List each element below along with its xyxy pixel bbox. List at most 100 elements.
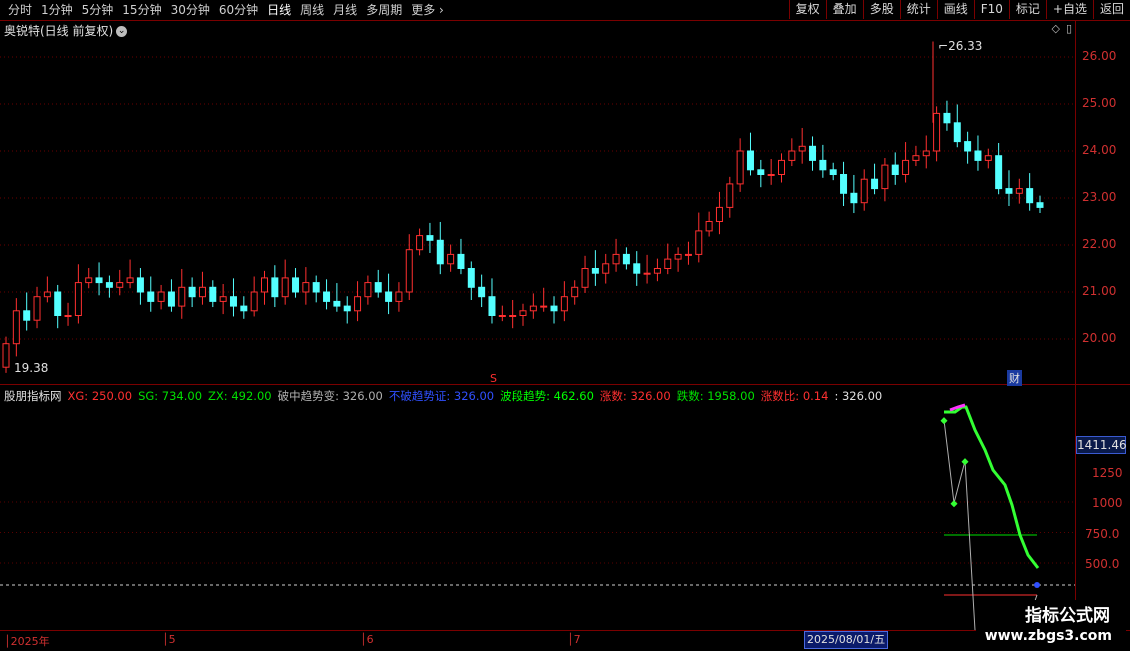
candle-body: [1036, 202, 1044, 208]
date-axis: │2025年 │5 │6 │7: [0, 630, 1130, 651]
candle-body: [33, 296, 41, 321]
candle-body: [788, 150, 796, 161]
tab-period-0[interactable]: 分时: [4, 2, 37, 18]
candle-body: [809, 145, 817, 161]
candle-body: [519, 310, 527, 316]
candle-body: [860, 178, 868, 204]
candle-body: [726, 183, 734, 208]
indicator-tick: 1000: [1092, 496, 1123, 510]
candle-body: [126, 277, 134, 284]
tab-period-8[interactable]: 月线: [329, 2, 362, 18]
candle-body: [198, 286, 206, 298]
indicator-tick: 750.0: [1085, 527, 1120, 541]
candle-body: [581, 268, 589, 288]
candle-body: [178, 286, 186, 307]
candle-body: [136, 277, 144, 293]
tab-period-5[interactable]: 60分钟: [215, 2, 263, 18]
candle-body: [85, 277, 93, 284]
tab-period-3[interactable]: 15分钟: [118, 2, 166, 18]
toolbar-button-2[interactable]: 多股: [862, 0, 900, 19]
candle-body: [343, 305, 351, 312]
candle-body: [560, 296, 568, 312]
watermark-url: www.zbgs3.com: [984, 628, 1112, 644]
selected-date: 2025/08/01/五: [804, 631, 889, 649]
candle-body: [167, 291, 175, 307]
candle-body: [984, 155, 992, 161]
candle-body: [12, 310, 20, 345]
candle-body: [829, 169, 837, 176]
toolbar-button-1[interactable]: 叠加: [825, 0, 863, 19]
volatility-line: [943, 419, 976, 630]
candle-body: [54, 291, 62, 316]
date-tick: │6: [360, 633, 374, 646]
candle-body: [333, 300, 341, 307]
candle-body: [881, 164, 889, 190]
candle-body: [1015, 188, 1023, 194]
candle-body: [188, 286, 196, 298]
finance-marker[interactable]: 财: [1007, 370, 1022, 386]
toolbar-button-5[interactable]: F10: [973, 0, 1009, 19]
candle-body: [684, 253, 692, 256]
toolbar-button-4[interactable]: 画线: [936, 0, 974, 19]
candle-body: [261, 277, 268, 293]
tab-period-4[interactable]: 30分钟: [167, 2, 215, 18]
candle-body: [974, 150, 982, 161]
candle-body: [498, 315, 506, 317]
candle-body: [147, 291, 155, 302]
tab-period-1[interactable]: 1分钟: [37, 2, 78, 18]
candle-body: [23, 310, 31, 321]
tab-period-6[interactable]: 日线: [263, 2, 296, 18]
candle-body: [467, 268, 475, 288]
candle-body: [74, 282, 82, 317]
candle-body: [1026, 188, 1034, 204]
candle-body: [323, 291, 331, 302]
candle-body: [943, 112, 951, 124]
toolbar-button-7[interactable]: +自选: [1045, 0, 1093, 19]
candle-body: [964, 141, 972, 152]
candle-body: [871, 178, 879, 190]
tab-period-10[interactable]: 更多 ›: [407, 2, 449, 18]
toolbar-button-3[interactable]: 统计: [899, 0, 937, 19]
candle-body: [767, 174, 775, 176]
signal-dot: [940, 417, 948, 425]
indicator-tick: 500.0: [1085, 557, 1120, 571]
signal-s-marker[interactable]: S: [490, 372, 497, 385]
price-tick: 25.00: [1082, 96, 1117, 110]
toolbar-button-6[interactable]: 标记: [1008, 0, 1046, 19]
candlestick-chart[interactable]: [0, 20, 1075, 384]
candle-body: [778, 159, 785, 175]
indicator-chart[interactable]: [0, 385, 1075, 630]
toolbar-button-8[interactable]: 返回: [1092, 0, 1130, 19]
candle-body: [529, 305, 537, 312]
price-tick: 23.00: [1082, 190, 1117, 204]
candle-body: [736, 150, 744, 185]
signal-dot: [961, 458, 969, 466]
candle-body: [312, 282, 320, 293]
signal-dot: [950, 500, 958, 508]
candle-body: [653, 268, 661, 274]
toolbar-button-0[interactable]: 复权: [788, 0, 826, 19]
candle-body: [571, 286, 579, 298]
candle-body: [229, 296, 237, 307]
candle-body: [426, 235, 434, 241]
candle-body: [478, 286, 486, 298]
candle-body: [633, 263, 641, 274]
price-tick: 21.00: [1082, 284, 1117, 298]
candle-body: [550, 305, 558, 312]
candle-body: [715, 206, 723, 222]
date-tick: │5: [162, 633, 176, 646]
tab-period-9[interactable]: 多周期: [362, 2, 407, 18]
candle-body: [105, 282, 113, 288]
tab-period-2[interactable]: 5分钟: [78, 2, 119, 18]
toolbar-buttons: 复权 叠加 多股 统计 画线 F10 标记 +自选 返回: [788, 0, 1130, 20]
candle-body: [271, 277, 279, 298]
end-marker: [1034, 582, 1040, 588]
axis-divider: [1075, 20, 1076, 630]
candle-body: [385, 291, 393, 302]
candle-body: [64, 315, 72, 317]
tab-period-7[interactable]: 周线: [296, 2, 329, 18]
period-tabs: 分时 1分钟 5分钟 15分钟 30分钟 60分钟 日线 周线 月线 多周期 更多 ›: [4, 2, 449, 18]
candle-body: [995, 155, 1003, 190]
candle-body: [622, 253, 630, 265]
candle-body: [705, 221, 713, 232]
